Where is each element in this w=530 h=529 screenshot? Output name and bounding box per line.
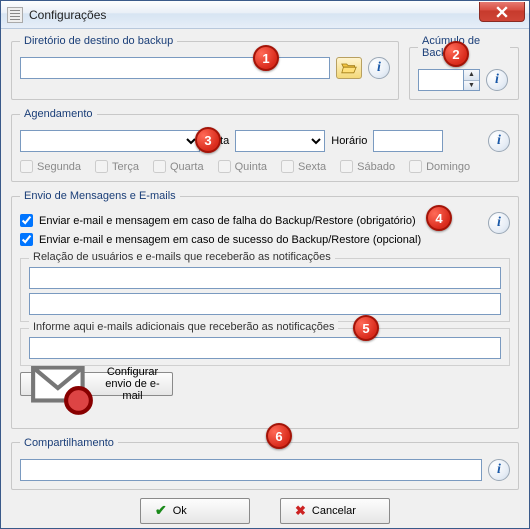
day-quinta-check[interactable]	[218, 160, 231, 173]
share-legend: Compartilhamento	[20, 437, 118, 449]
info-button[interactable]: i	[488, 459, 510, 481]
info-button[interactable]: i	[368, 57, 390, 79]
group-messaging: Envio de Mensagens e E-mails Enviar e-ma…	[11, 190, 519, 429]
accum-input[interactable]	[418, 69, 464, 91]
share-input[interactable]	[20, 459, 482, 481]
schedule-time-input[interactable]	[373, 130, 443, 152]
day-segunda-check[interactable]	[20, 160, 33, 173]
day-domingo[interactable]: Domingo	[409, 160, 470, 173]
schedule-date-select[interactable]	[235, 130, 325, 152]
app-icon	[7, 7, 23, 23]
subgroup-additional-emails-legend: Informe aqui e-mails adicionais que rece…	[29, 321, 338, 333]
schedule-data-label: Data	[206, 135, 229, 147]
day-sexta[interactable]: Sexta	[281, 160, 326, 173]
titlebar: Configurações	[1, 1, 529, 29]
chk-success[interactable]	[20, 233, 33, 246]
accum-spinner[interactable]: ▲ ▼	[418, 69, 480, 91]
close-icon	[496, 6, 508, 18]
day-domingo-check[interactable]	[409, 160, 422, 173]
backup-dir-legend: Diretório de destino do backup	[20, 35, 177, 47]
backup-dir-input[interactable]	[20, 57, 330, 79]
day-sabado[interactable]: Sábado	[340, 160, 395, 173]
day-sabado-check[interactable]	[340, 160, 353, 173]
day-quarta-check[interactable]	[153, 160, 166, 173]
group-backup-dir: Diretório de destino do backup i	[11, 35, 399, 100]
info-button[interactable]: i	[488, 212, 510, 234]
chk-fail-label: Enviar e-mail e mensagem em caso de falh…	[39, 215, 416, 227]
configure-email-button[interactable]: Configurar envio de e-mail	[20, 372, 173, 396]
chk-success-label: Enviar e-mail e mensagem em caso de suce…	[39, 234, 421, 246]
cancel-button[interactable]: ✖ Cancelar	[280, 498, 390, 524]
browse-button[interactable]	[336, 57, 362, 79]
window-title: Configurações	[29, 8, 106, 22]
additional-emails-input[interactable]	[29, 337, 501, 359]
group-accum: Acúmulo de Backup's ▲ ▼ i	[409, 35, 519, 100]
day-quinta[interactable]: Quinta	[218, 160, 267, 173]
subgroup-users-emails: Relação de usuários e e-mails que recebe…	[20, 258, 510, 322]
window: Configurações 1 2 3 4 5 6 Diretório de d…	[0, 0, 530, 529]
day-terca-check[interactable]	[95, 160, 108, 173]
accum-legend: Acúmulo de Backup's	[418, 35, 510, 59]
chk-fail[interactable]	[20, 214, 33, 227]
info-button[interactable]: i	[486, 69, 508, 91]
group-schedule: Agendamento Data Horário i Segunda Terça…	[11, 108, 519, 182]
schedule-days: Segunda Terça Quarta Quinta Sexta Sábado…	[20, 160, 510, 173]
accum-up[interactable]: ▲	[464, 70, 479, 80]
cross-icon: ✖	[295, 503, 306, 519]
close-button[interactable]	[479, 2, 525, 22]
day-sexta-check[interactable]	[281, 160, 294, 173]
schedule-time-label: Horário	[331, 135, 367, 147]
check-icon: ✔	[155, 502, 167, 519]
day-quarta[interactable]: Quarta	[153, 160, 204, 173]
client-area: 1 2 3 4 5 6 Diretório de destino do back…	[1, 29, 529, 528]
accum-down[interactable]: ▼	[464, 80, 479, 91]
users-emails-line2[interactable]	[29, 293, 501, 315]
schedule-frequency-select[interactable]	[20, 130, 200, 152]
group-share: Compartilhamento i	[11, 437, 519, 490]
folder-open-icon	[341, 61, 357, 75]
subgroup-users-emails-legend: Relação de usuários e e-mails que recebe…	[29, 251, 335, 263]
day-segunda[interactable]: Segunda	[20, 160, 81, 173]
ok-button[interactable]: ✔ Ok	[140, 498, 250, 524]
users-emails-line1[interactable]	[29, 267, 501, 289]
dialog-buttons: ✔ Ok ✖ Cancelar	[11, 498, 519, 524]
messaging-legend: Envio de Mensagens e E-mails	[20, 190, 180, 202]
schedule-legend: Agendamento	[20, 108, 97, 120]
day-terca[interactable]: Terça	[95, 160, 139, 173]
subgroup-additional-emails: Informe aqui e-mails adicionais que rece…	[20, 328, 510, 366]
info-button[interactable]: i	[488, 130, 510, 152]
